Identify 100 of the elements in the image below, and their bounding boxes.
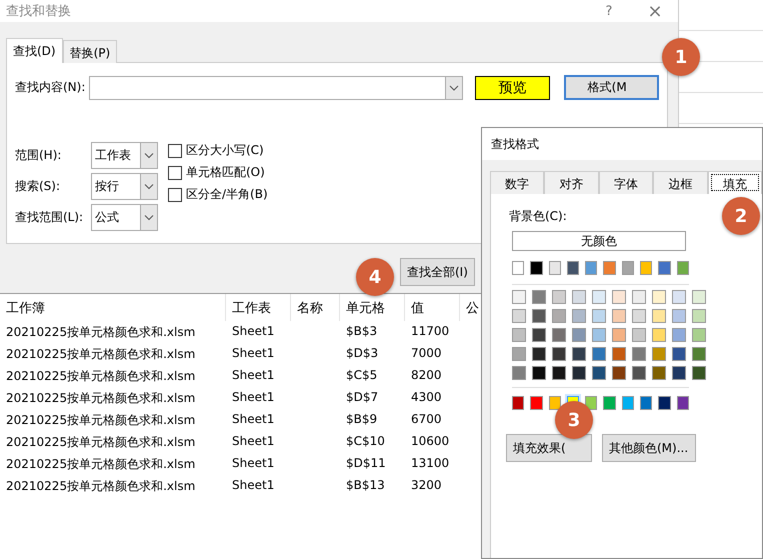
column-header[interactable]: 工作簿 xyxy=(0,294,226,321)
option-dropdown[interactable]: 工作表 xyxy=(91,142,158,169)
color-swatch[interactable] xyxy=(640,396,652,410)
color-swatch[interactable] xyxy=(640,261,652,275)
option-dropdown[interactable]: 公式 xyxy=(91,204,158,231)
color-swatch[interactable] xyxy=(552,309,566,323)
table-cell-text: Sheet1 xyxy=(231,455,276,472)
fill-effects-button[interactable]: 填充效果( xyxy=(506,434,592,462)
color-swatch[interactable] xyxy=(592,328,606,342)
color-swatch[interactable] xyxy=(622,261,634,275)
color-swatch[interactable] xyxy=(512,347,526,361)
color-swatch[interactable] xyxy=(692,347,706,361)
color-swatch[interactable] xyxy=(676,261,689,275)
tab[interactable]: 填充 xyxy=(708,171,762,194)
color-swatch[interactable] xyxy=(652,347,666,361)
color-swatch[interactable] xyxy=(572,347,586,361)
color-swatch[interactable] xyxy=(672,328,686,342)
table-cell-text: 20210225按单元格颜色求和.xlsm xyxy=(5,346,196,363)
color-swatch[interactable] xyxy=(532,309,546,323)
color-swatch[interactable] xyxy=(530,261,543,275)
color-swatch[interactable] xyxy=(512,261,524,275)
color-swatch[interactable] xyxy=(612,309,626,323)
color-swatch[interactable] xyxy=(612,290,626,304)
color-swatch[interactable] xyxy=(532,328,546,342)
color-swatch[interactable] xyxy=(572,290,586,304)
color-swatch[interactable] xyxy=(512,328,526,342)
color-swatch[interactable] xyxy=(632,328,646,342)
color-swatch[interactable] xyxy=(552,366,566,380)
option-dropdown[interactable]: 按行 xyxy=(91,173,158,200)
color-swatch[interactable] xyxy=(632,366,646,380)
color-swatch[interactable] xyxy=(552,347,566,361)
color-swatch[interactable] xyxy=(585,261,598,275)
color-swatch[interactable] xyxy=(512,309,526,323)
color-swatch[interactable] xyxy=(622,396,634,410)
color-swatch[interactable] xyxy=(603,261,616,275)
color-swatch[interactable] xyxy=(632,290,646,304)
color-swatch[interactable] xyxy=(632,309,646,323)
color-swatch[interactable] xyxy=(603,396,616,410)
color-swatch[interactable] xyxy=(530,396,543,410)
color-swatch[interactable] xyxy=(652,309,666,323)
color-swatch[interactable] xyxy=(585,396,598,410)
color-swatch[interactable] xyxy=(612,347,626,361)
color-swatch[interactable] xyxy=(632,347,646,361)
color-swatch[interactable] xyxy=(552,290,566,304)
color-swatch[interactable] xyxy=(512,366,526,380)
color-swatch[interactable] xyxy=(652,328,666,342)
dropdown-icon xyxy=(445,76,462,98)
color-swatch[interactable] xyxy=(652,366,666,380)
color-swatch[interactable] xyxy=(692,328,706,342)
tab[interactable]: 替换(P) xyxy=(62,40,118,63)
color-swatch[interactable] xyxy=(612,366,626,380)
color-swatch[interactable] xyxy=(532,347,546,361)
color-swatch[interactable] xyxy=(572,328,586,342)
color-swatch[interactable] xyxy=(658,396,671,410)
column-header[interactable]: 值 xyxy=(405,294,460,321)
color-swatch[interactable] xyxy=(592,347,606,361)
color-swatch[interactable] xyxy=(592,309,606,323)
color-swatch[interactable] xyxy=(566,261,580,275)
color-swatch[interactable] xyxy=(512,396,524,410)
color-swatch[interactable] xyxy=(612,328,626,342)
no-color-button[interactable]: 无颜色 xyxy=(512,231,686,251)
color-swatch[interactable] xyxy=(592,366,606,380)
color-swatch[interactable] xyxy=(548,261,561,275)
color-swatch[interactable] xyxy=(672,290,686,304)
tab[interactable]: 字体 xyxy=(598,171,654,194)
color-swatch[interactable] xyxy=(572,309,586,323)
color-swatch[interactable] xyxy=(658,261,671,275)
tab[interactable]: 数字 xyxy=(490,171,544,194)
color-swatch[interactable] xyxy=(532,290,546,304)
color-swatch[interactable] xyxy=(692,366,706,380)
table-cell-text: 13100 xyxy=(410,455,450,472)
table-cell-text: 20210225按单元格颜色求和.xlsm xyxy=(5,434,196,451)
more-colors-button[interactable]: 其他颜色(M)... xyxy=(602,434,696,462)
checkbox[interactable] xyxy=(168,144,182,158)
find-all-button[interactable]: 查找全部(I) xyxy=(400,258,475,286)
color-swatch[interactable] xyxy=(572,366,586,380)
color-swatch[interactable] xyxy=(512,290,526,304)
color-swatch[interactable] xyxy=(548,396,561,410)
color-swatch[interactable] xyxy=(672,366,686,380)
tab[interactable]: 边框 xyxy=(653,171,708,194)
table-cell-text: $B$9 xyxy=(345,411,378,428)
color-swatch[interactable] xyxy=(532,366,546,380)
format-button[interactable]: 格式(M xyxy=(564,75,659,100)
color-swatch[interactable] xyxy=(652,290,666,304)
color-swatch[interactable] xyxy=(592,290,606,304)
tab[interactable]: 对齐 xyxy=(544,171,599,194)
color-swatch[interactable] xyxy=(672,347,686,361)
checkbox[interactable] xyxy=(168,166,182,180)
column-header[interactable]: 名称 xyxy=(291,294,340,321)
color-swatch[interactable] xyxy=(692,290,706,304)
close-button[interactable]: × xyxy=(632,0,678,22)
color-swatch[interactable] xyxy=(552,328,566,342)
column-header[interactable]: 工作表 xyxy=(226,294,291,321)
help-button[interactable]: ? xyxy=(586,4,632,18)
checkbox[interactable] xyxy=(168,188,182,202)
find-what-field[interactable] xyxy=(89,76,464,100)
color-swatch[interactable] xyxy=(692,309,706,323)
color-swatch[interactable] xyxy=(676,396,689,410)
color-swatch[interactable] xyxy=(672,309,686,323)
tab[interactable]: 查找(D) xyxy=(6,38,63,63)
